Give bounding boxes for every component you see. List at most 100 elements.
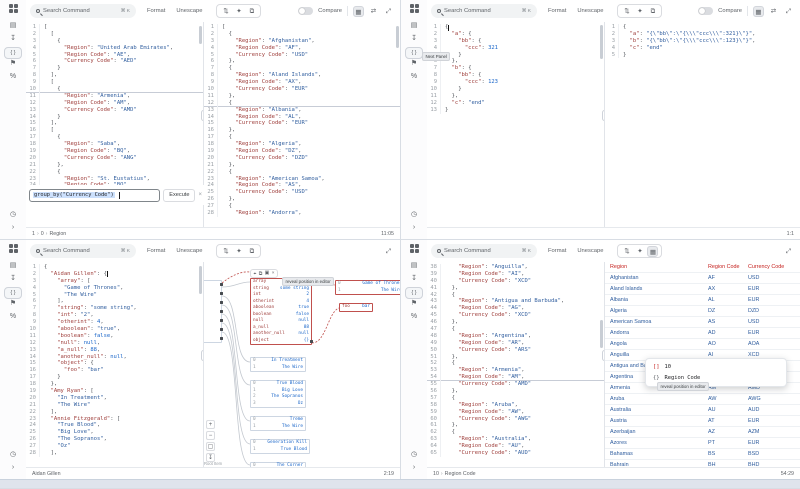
scrollbar-thumb[interactable] (199, 26, 202, 44)
copy-icon[interactable]: ⧉ (246, 6, 257, 17)
right-editor-pane[interactable]: 1{2 "a": "{\"bb\":\"{\\\"ccc\\\":321}\"}… (605, 22, 800, 227)
graph-node[interactable]: 0 In Treatment 1 The Wire (250, 357, 306, 372)
table-row[interactable]: Åland Islands AX EUR (605, 284, 800, 295)
transform-icon[interactable]: % (4, 72, 22, 85)
table-cell[interactable]: AX (708, 286, 748, 292)
graph-node[interactable]: 0 Game of Thrones 1 The Wire (335, 280, 400, 295)
breadcrumb-item[interactable]: Aidan Gillen (32, 471, 61, 477)
table-row[interactable]: Aruba AW AWG (605, 394, 800, 405)
table-cell[interactable]: BSD (748, 451, 800, 457)
table-cell[interactable]: EUR (748, 418, 800, 424)
json-editor[interactable]: 1{2 "a": {3 "bb": {4 "ccc": 3215 }6 },7 … (427, 22, 604, 227)
fullscreen-icon[interactable]: ⤢ (383, 6, 394, 17)
search-input[interactable]: Search Command ⌘ K (431, 244, 537, 258)
graph-node[interactable]: 0 Treme 1 The Wire (250, 416, 306, 431)
table-cell[interactable]: Angola (610, 341, 708, 347)
format-button[interactable]: Format (548, 248, 566, 254)
table-cell[interactable]: AL (708, 297, 748, 303)
import-icon[interactable]: ↧ (4, 34, 22, 47)
table-cell[interactable]: AZM (748, 429, 800, 435)
format-button[interactable]: Format (548, 8, 566, 14)
graph-node[interactable]: 0 Generation Kill 1 True Blood (250, 439, 310, 454)
graph-node[interactable] (204, 280, 223, 343)
table-cell[interactable]: American Samoa (610, 319, 708, 325)
copy-icon[interactable]: ⧉ (246, 246, 257, 257)
table-cell[interactable]: USD (748, 319, 800, 325)
table-cell[interactable]: AOA (748, 341, 800, 347)
table-cell[interactable]: EUR (748, 440, 800, 446)
node-port[interactable] (220, 337, 223, 340)
swap-icon[interactable]: ⇄ (768, 6, 779, 17)
node-port[interactable] (220, 328, 223, 331)
flag-icon[interactable]: ⚑ (4, 59, 22, 72)
unescape-button[interactable]: Unescape (176, 248, 202, 254)
breadcrumb[interactable]: Aidan Gillen (32, 471, 61, 477)
zoom-fit-button[interactable]: ▢ (206, 442, 215, 451)
flow-icon[interactable]: ⇅ (220, 246, 231, 257)
json-editor[interactable]: 38 "Region": "Anguilla", 39 "Region Code"… (427, 262, 604, 467)
breadcrumb[interactable]: 1 › 0 › Region (32, 231, 66, 237)
braces-icon[interactable]: { } (4, 47, 22, 59)
node-port[interactable] (220, 283, 223, 286)
transform-icon[interactable]: % (4, 312, 22, 325)
flag-icon[interactable]: ⚑ (405, 59, 423, 72)
transform-icon[interactable]: % (405, 312, 423, 325)
table-cell[interactable]: Andorra (610, 330, 708, 336)
breadcrumb-item[interactable]: 0 (41, 231, 44, 237)
scrollbar-thumb[interactable] (199, 266, 202, 294)
command-input[interactable]: group_by("Currency Code") (29, 188, 161, 202)
sparkle-icon[interactable]: ✦ (233, 6, 244, 17)
table-cell[interactable]: Algeria (610, 308, 708, 314)
node-port[interactable] (310, 340, 313, 343)
table-cell[interactable]: EUR (748, 286, 800, 292)
table-icon[interactable]: ▦ (647, 245, 659, 257)
scrollbar-thumb[interactable] (600, 25, 603, 59)
fullscreen-icon[interactable]: ⤢ (383, 246, 394, 257)
zoom-out-button[interactable]: − (206, 431, 215, 440)
sparkle-icon[interactable]: ✦ (634, 6, 645, 17)
history-icon[interactable]: ◷ (405, 450, 423, 463)
flag-icon[interactable]: ⚑ (405, 299, 423, 312)
left-editor-pane[interactable]: 38 "Region": "Anguilla", 39 "Region Code"… (427, 262, 605, 467)
table-cell[interactable]: AF (708, 275, 748, 281)
table-cell[interactable]: AU (708, 407, 748, 413)
graph-node[interactable]: foo bar (339, 303, 373, 312)
flow-icon[interactable]: ⇅ (220, 6, 231, 17)
flow-icon[interactable]: ⇅ (621, 6, 632, 17)
sparkle-icon[interactable]: ✦ (634, 246, 645, 257)
table-row[interactable]: Azores PT EUR (605, 438, 800, 449)
column-header[interactable]: Region Code (708, 264, 748, 270)
table-cell[interactable]: USD (748, 275, 800, 281)
compare-toggle[interactable] (298, 7, 314, 15)
unescape-button[interactable]: Unescape (577, 248, 603, 254)
table-cell[interactable]: AWG (748, 396, 800, 402)
table-cell[interactable]: Albania (610, 297, 708, 303)
collapse-icon[interactable]: › (405, 463, 423, 476)
json-editor[interactable]: 1{2 "a": "{\"bb\":\"{\\\"ccc\\\":321}\"}… (605, 22, 800, 227)
graph-pane[interactable]: array string some string int 2 otherint 4 abool… (204, 262, 400, 467)
table-row[interactable]: Andorra AD EUR (605, 328, 800, 339)
column-header[interactable]: Currency Code (748, 264, 800, 270)
table-row[interactable]: Algeria DZ DZD (605, 306, 800, 317)
breadcrumb[interactable]: 10 › Region Code (433, 471, 476, 477)
table-row[interactable]: Angola AO AOA (605, 339, 800, 350)
search-input[interactable]: Search Command ⌘ K (30, 4, 136, 18)
table-cell[interactable]: AD (708, 330, 748, 336)
braces-icon[interactable]: { } (405, 287, 423, 299)
node-port[interactable] (220, 301, 223, 304)
table-cell[interactable]: AW (708, 396, 748, 402)
sparkle-icon[interactable]: ✦ (233, 246, 244, 257)
column-header[interactable]: Region (610, 264, 708, 270)
table-cell[interactable]: AO (708, 341, 748, 347)
table-cell[interactable]: AS (708, 319, 748, 325)
json-editor[interactable]: 1[2 {3 "Region": "Afghanistan", 4 "Region… (204, 22, 400, 227)
table-cell[interactable]: AZ (708, 429, 748, 435)
document-icon[interactable]: ▤ (405, 261, 423, 274)
zoom-in-button[interactable]: + (206, 420, 215, 429)
path-item-array[interactable]: [] 10 (646, 362, 786, 373)
table-cell[interactable]: Aruba (610, 396, 708, 402)
json-editor[interactable]: 1{2 "Aidan Gillen": {3 "array": [4 "Game… (26, 262, 203, 467)
copy-icon[interactable]: ⧉ (647, 6, 658, 17)
node-port[interactable] (220, 319, 223, 322)
scrollbar-thumb[interactable] (600, 320, 603, 348)
